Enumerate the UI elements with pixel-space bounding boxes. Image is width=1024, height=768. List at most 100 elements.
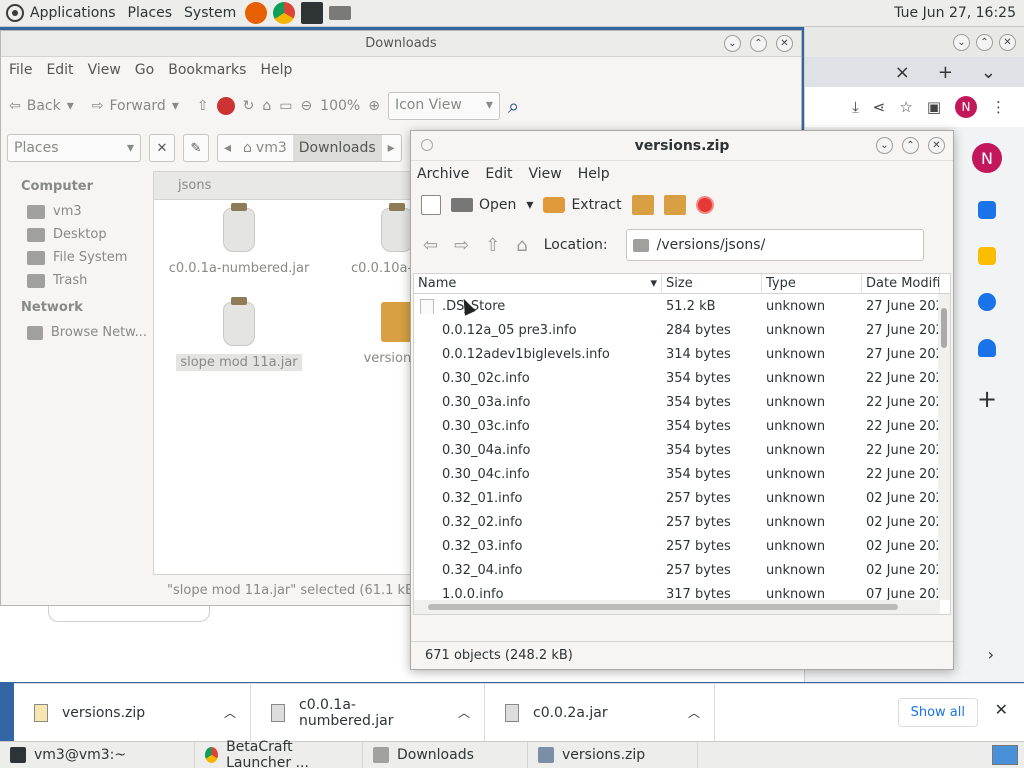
firefox-launcher-icon[interactable] — [245, 2, 268, 24]
breadcrumb-left-icon[interactable]: ◂ — [218, 135, 237, 161]
location-field[interactable]: /versions/jsons/ — [625, 229, 924, 261]
file-item-selected[interactable]: slope mod 11a.jar — [174, 297, 304, 371]
table-row[interactable]: 0.0.12adev1biglevels.info 314 bytes unknow… — [414, 342, 950, 366]
places-menu[interactable]: Places — [122, 0, 179, 27]
breadcrumb-vm3[interactable]: ⌂ vm3 — [237, 135, 293, 161]
sidebar-item-desktop[interactable]: Desktop — [7, 223, 147, 246]
edit-location-button[interactable]: ✎ — [183, 134, 209, 162]
forward-button[interactable]: ⇨ Forward ▾ — [92, 98, 179, 114]
new-tab-icon[interactable]: + — [938, 62, 953, 83]
chevron-up-icon[interactable]: ︿ — [688, 704, 700, 721]
menu-edit[interactable]: Edit — [46, 62, 73, 78]
sidebar-item-vm3[interactable]: vm3 — [7, 200, 147, 223]
table-row[interactable]: 0.32_04.info 257 bytes unknown 02 June 2023 — [414, 558, 950, 582]
close-icon[interactable]: ✕ — [776, 35, 793, 52]
sidebar-item-browse-network[interactable]: Browse Netw... — [7, 321, 147, 344]
side-panel-icon[interactable]: ▣ — [927, 98, 941, 116]
file-item[interactable]: c0.0.1a-numbered.jar — [169, 203, 309, 277]
tasks-icon[interactable] — [978, 293, 996, 311]
kebab-menu-icon[interactable]: ⋮ — [991, 98, 1006, 116]
up-icon[interactable]: ⇧ — [485, 235, 500, 256]
menu-help[interactable]: Help — [578, 166, 610, 182]
zoom-in-icon[interactable]: ⊕ — [368, 98, 380, 114]
menu-file[interactable]: File — [9, 62, 32, 78]
task-downloads[interactable]: Downloads — [363, 741, 528, 768]
home-icon[interactable]: ⌂ — [516, 235, 527, 256]
keep-icon[interactable] — [978, 247, 996, 265]
workspace-switcher[interactable] — [992, 745, 1018, 765]
minimize-icon[interactable]: ⌄ — [724, 35, 741, 52]
back-button[interactable]: ⇦ Back ▾ — [9, 98, 74, 114]
column-size[interactable]: Size — [662, 274, 762, 293]
calendar-icon[interactable] — [978, 201, 996, 219]
table-row[interactable]: 0.30_04a.info 354 bytes unknown 22 June 202… — [414, 438, 950, 462]
back-icon[interactable]: ⇦ — [423, 235, 438, 256]
open-dropdown-icon[interactable]: ▾ — [526, 197, 533, 213]
menu-archive[interactable]: Archive — [417, 166, 469, 182]
applications-menu[interactable]: Applications — [0, 0, 122, 27]
open-button[interactable]: Open — [451, 197, 516, 213]
task-terminal[interactable]: vm3@vm3:~ — [0, 741, 195, 768]
chevron-right-icon[interactable]: › — [988, 645, 994, 664]
horizontal-scrollbar[interactable] — [414, 600, 940, 614]
add-files-icon[interactable] — [631, 195, 654, 215]
download-item[interactable]: c0.0.2a.jar ︿ — [485, 683, 715, 742]
table-row[interactable]: .DS_Store51.2 kB unknown 27 June 2023 — [414, 294, 950, 318]
minimize-icon[interactable]: ⌄ — [953, 33, 970, 51]
tab-close-icon[interactable]: × — [895, 62, 910, 83]
forward-icon[interactable]: ⇨ — [454, 235, 469, 256]
zoom-out-icon[interactable]: ⊖ — [300, 98, 312, 114]
maximize-icon[interactable]: ⌃ — [902, 137, 919, 154]
table-row[interactable]: 0.30_04c.info 354 bytes unknown 22 June 202… — [414, 462, 950, 486]
close-sidebar-button[interactable]: ✕ — [149, 134, 175, 162]
column-name[interactable]: Name ▾ — [414, 274, 662, 293]
computer-icon[interactable]: ▭ — [279, 98, 292, 114]
task-chrome[interactable]: BetaCraft Launcher ... — [195, 739, 363, 768]
profile-avatar[interactable]: N — [955, 96, 977, 118]
search-icon[interactable]: ⌕ — [508, 94, 519, 118]
terminal-launcher-icon[interactable] — [301, 2, 324, 24]
minimize-icon[interactable]: ⌄ — [876, 137, 893, 154]
system-menu[interactable]: System — [178, 0, 242, 27]
maximize-icon[interactable]: ⌃ — [976, 33, 993, 51]
vertical-scrollbar[interactable] — [938, 294, 950, 600]
sidebar-item-filesystem[interactable]: File System — [7, 246, 147, 269]
clock[interactable]: Tue Jun 27, 16:25 — [894, 5, 1016, 21]
table-row[interactable]: 0.30_03c.info 354 bytes unknown 22 June 202… — [414, 414, 950, 438]
contacts-icon[interactable] — [978, 339, 996, 357]
bookmark-star-icon[interactable]: ☆ — [899, 98, 912, 116]
maximize-icon[interactable]: ⌃ — [750, 35, 767, 52]
chevron-up-icon[interactable]: ︿ — [458, 704, 470, 721]
close-icon[interactable]: ✕ — [999, 33, 1016, 51]
menu-help[interactable]: Help — [260, 62, 292, 78]
up-icon[interactable]: ⇧ — [197, 98, 209, 114]
menu-view[interactable]: View — [529, 166, 562, 182]
places-select[interactable]: Places ▾ — [7, 134, 141, 162]
breadcrumb-downloads[interactable]: Downloads — [292, 135, 382, 161]
download-item[interactable]: c0.0.1a-numbered.jar ︿ — [251, 683, 485, 742]
table-row[interactable]: 0.32_01.info 257 bytes unknown 02 June 2023 — [414, 486, 950, 510]
new-archive-icon[interactable] — [421, 195, 441, 215]
sidebar-item-trash[interactable]: Trash — [7, 269, 147, 292]
reload-icon[interactable]: ↻ — [243, 98, 255, 114]
menu-go[interactable]: Go — [135, 62, 154, 78]
add-folder-icon[interactable] — [663, 195, 686, 215]
view-mode-select[interactable]: Icon View ▾ — [387, 92, 500, 120]
chrome-launcher-icon[interactable] — [273, 2, 296, 24]
account-avatar[interactable]: N — [972, 143, 1002, 173]
vm-launcher-icon[interactable] — [329, 6, 352, 20]
stop-icon[interactable] — [216, 97, 235, 115]
table-row[interactable]: 0.32_02.info 257 bytes unknown 02 June 2023 — [414, 510, 950, 534]
home-icon[interactable]: ⌂ — [262, 98, 271, 114]
scroll-thumb[interactable] — [941, 308, 947, 348]
add-app-icon[interactable]: + — [977, 385, 997, 413]
column-date[interactable]: Date Modifie — [862, 274, 940, 293]
close-shelf-icon[interactable]: ✕ — [995, 700, 1008, 719]
download-item[interactable]: versions.zip ︿ — [14, 683, 251, 742]
table-row[interactable]: 0.30_03a.info 354 bytes unknown 22 June 202… — [414, 390, 950, 414]
column-type[interactable]: Type — [762, 274, 862, 293]
extract-button[interactable]: Extract — [543, 197, 622, 213]
close-icon[interactable]: ✕ — [928, 137, 945, 154]
menu-view[interactable]: View — [88, 62, 121, 78]
scroll-thumb[interactable] — [428, 604, 898, 610]
